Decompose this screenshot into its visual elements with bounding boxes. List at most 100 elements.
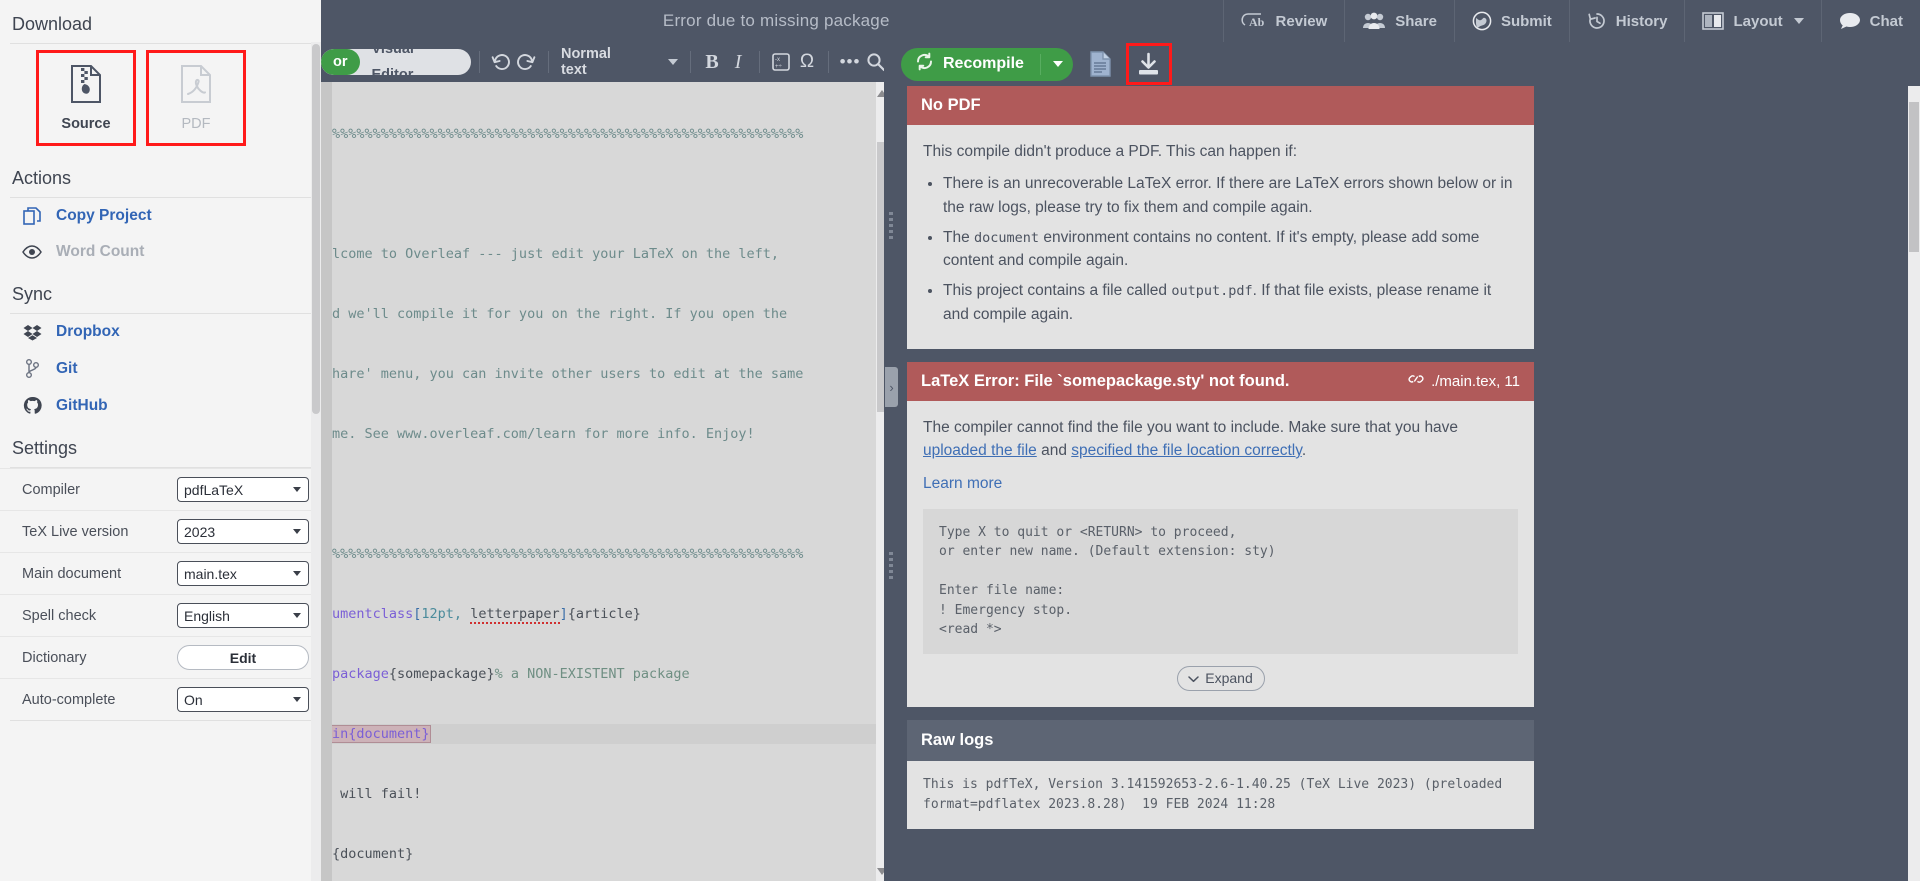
zip-file-icon [69, 64, 103, 109]
download-icon[interactable] [1125, 43, 1172, 85]
sidebar-scroll-thumb[interactable] [312, 44, 320, 414]
log-file-icon[interactable] [1081, 46, 1121, 82]
begin-document-highlight: in{document} [332, 725, 431, 743]
header-history-button[interactable]: History [1568, 0, 1685, 42]
header-chat-button[interactable]: Chat [1820, 0, 1920, 42]
code-line-end-document: {document} [332, 846, 414, 862]
header-item-label: History [1615, 12, 1668, 30]
error-text-before: The compiler cannot find the file you wa… [923, 418, 1459, 436]
no-pdf-card: No PDF This compile didn't produce a PDF… [907, 86, 1534, 349]
redo-icon[interactable] [514, 48, 540, 76]
file-location-link[interactable]: specified the file location correctly [1071, 442, 1302, 459]
mode-source-tab[interactable]: or [321, 49, 360, 75]
inline-code-output-pdf: output.pdf [1171, 283, 1253, 300]
expand-button[interactable]: Expand [1176, 665, 1265, 691]
text-style-dropdown[interactable]: Normal text [557, 46, 682, 78]
latex-error-file-ref[interactable]: ./main.tex, 11 [1408, 372, 1520, 390]
learn-more-link[interactable]: Learn more [923, 475, 1002, 492]
word-count-label: Word Count [56, 243, 145, 260]
sidebar-item-git[interactable]: Git [0, 350, 321, 387]
autocomplete-select[interactable]: On [177, 687, 309, 712]
compiler-select[interactable]: pdfLaTeX [177, 477, 309, 502]
main-document-label: Main document [22, 565, 122, 582]
github-label: GitHub [56, 396, 108, 414]
main-document-select[interactable]: main.tex [177, 561, 309, 586]
dictionary-edit-button[interactable]: Edit [177, 645, 309, 670]
eye-icon [22, 245, 42, 259]
no-pdf-header: No PDF [907, 86, 1534, 125]
panel-splitter[interactable]: › [884, 42, 898, 881]
pdf-panel: Recompile No PDF This compile didn't pro… [898, 42, 1920, 881]
documentclass-arg: {article} [567, 606, 641, 622]
toolbar-divider [690, 51, 692, 73]
latex-error-header: LaTeX Error: File `somepackage.sty' not … [907, 361, 1534, 401]
header-share-button[interactable]: Share [1344, 0, 1454, 42]
recompile-dropdown-button[interactable] [1041, 48, 1073, 81]
latex-error-card: LaTeX Error: File `somepackage.sty' not … [907, 361, 1534, 707]
header-layout-button[interactable]: Layout [1684, 0, 1820, 42]
setting-row-texlive: TeX Live version 2023 [0, 510, 321, 552]
header-item-label: Share [1395, 12, 1437, 30]
editor-gutter [321, 82, 332, 881]
code-line: d we'll compile it for you on the right.… [332, 306, 788, 322]
mode-visual-editor-tab[interactable]: Visual Editor [360, 49, 471, 75]
splitter-grip[interactable] [889, 212, 893, 239]
copy-project-button[interactable]: Copy Project [0, 198, 321, 234]
layout-columns-icon [1702, 12, 1725, 30]
header-item-label: Submit [1500, 12, 1552, 30]
download-pdf-button[interactable]: PDF [146, 50, 246, 146]
code-line: hare' menu, you can invite other users t… [332, 366, 804, 382]
raw-logs-title: Raw logs [907, 719, 1534, 761]
error-text-mid: and [1036, 442, 1072, 459]
chat-bubble-icon [1839, 12, 1861, 30]
pdf-scroll-thumb[interactable] [1909, 102, 1919, 252]
sidebar-item-dropbox[interactable]: Dropbox [0, 314, 321, 350]
settings-section-title: Settings [12, 438, 78, 458]
code-editor[interactable]: %%%%%%%%%%%%%%%%%%%%%%%%%%%%%%%%%%%%%%%%… [332, 82, 888, 881]
no-pdf-intro: This compile didn't produce a PDF. This … [923, 143, 1298, 160]
copy-icon [22, 207, 42, 225]
recompile-main[interactable]: Recompile [901, 48, 1040, 81]
divider [10, 720, 311, 721]
word-count-button[interactable]: Word Count [0, 234, 321, 270]
chevron-down-icon [1188, 668, 1199, 689]
header-review-button[interactable]: Ab Review [1222, 0, 1345, 42]
code-line-documentclass: umentclass[12pt, letterpaper]{article} [332, 606, 641, 624]
download-options-row: Source PDF [0, 44, 321, 154]
spell-check-select[interactable]: English [177, 603, 309, 628]
toolbar-divider [547, 51, 549, 73]
bold-button[interactable]: B [699, 48, 725, 76]
spell-check-value: English [184, 607, 230, 624]
copy-project-label: Copy Project [56, 207, 152, 224]
header-item-label: Review [1275, 12, 1328, 30]
download-source-button[interactable]: Source [36, 50, 136, 146]
omega-symbol-button[interactable]: Ω [794, 48, 820, 76]
uploaded-the-file-link[interactable]: uploaded the file [923, 442, 1037, 459]
setting-row-main-document: Main document main.tex [0, 552, 321, 594]
italic-button[interactable]: I [725, 48, 751, 76]
usepackage-command: package [332, 666, 389, 682]
git-branch-icon [22, 359, 42, 378]
error-text-after: . [1301, 442, 1307, 459]
spell-check-label: Spell check [22, 607, 97, 624]
chevron-down-icon [668, 59, 679, 65]
recompile-button[interactable]: Recompile [901, 47, 1073, 81]
editor-mode-toggle[interactable]: or Visual Editor [321, 49, 471, 75]
compiler-value: pdfLaTeX [184, 481, 244, 498]
dictionary-label: Dictionary [22, 649, 87, 666]
setting-row-spell-check: Spell check English [0, 594, 321, 636]
splitter-grip[interactable] [889, 552, 893, 579]
sidebar-item-github[interactable]: GitHub [0, 387, 321, 424]
latex-error-ref-label: ./main.tex, 11 [1431, 372, 1520, 390]
download-pdf-label: PDF [181, 116, 211, 132]
texlive-select[interactable]: 2023 [177, 519, 309, 544]
more-options-button[interactable]: ••• [837, 48, 863, 76]
code-line: %%%%%%%%%%%%%%%%%%%%%%%%%%%%%%%%%%%%%%%%… [332, 546, 804, 562]
main-document-value: main.tex [184, 565, 237, 582]
code-line-begin-document: in{document} [332, 724, 888, 744]
header-submit-button[interactable]: Submit [1453, 0, 1569, 42]
undo-icon[interactable] [488, 48, 514, 76]
latex-error-description: The compiler cannot find the file you wa… [923, 416, 1518, 463]
splitter-collapse-button[interactable]: › [885, 367, 898, 407]
math-icon[interactable]: -x +÷ [768, 48, 794, 76]
